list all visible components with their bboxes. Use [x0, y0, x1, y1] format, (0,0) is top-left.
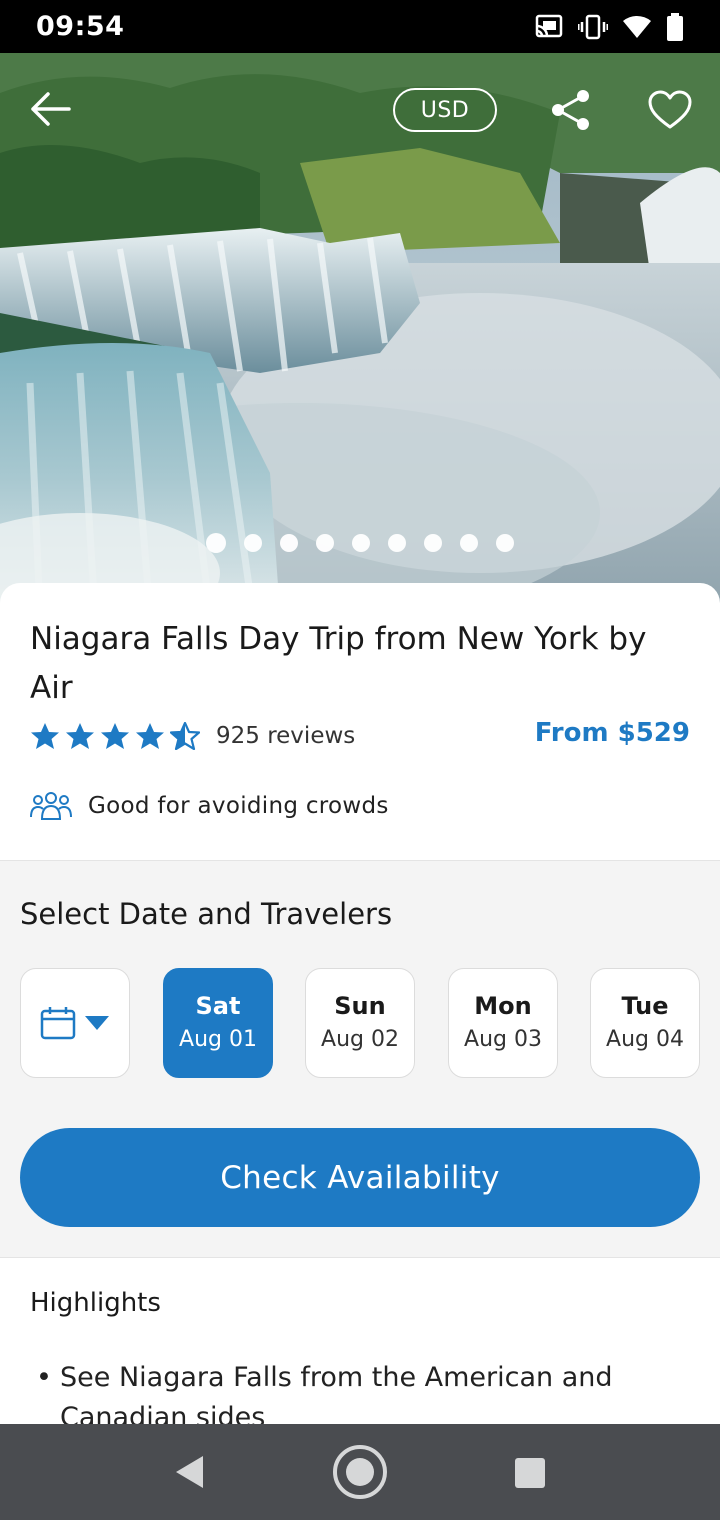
carousel-dot[interactable]	[206, 533, 226, 553]
favorite-button[interactable]	[645, 85, 695, 135]
feature-text: Good for avoiding crowds	[88, 793, 389, 819]
star-full-icon	[101, 723, 129, 749]
star-full-icon	[66, 723, 94, 749]
date-option[interactable]: Sun Aug 02	[305, 968, 415, 1078]
review-count: 925 reviews	[216, 723, 356, 749]
star-full-icon	[136, 723, 164, 749]
tour-card: Niagara Falls Day Trip from New York by …	[0, 583, 720, 861]
highlight-item: • See Niagara Falls from the American an…	[36, 1358, 676, 1424]
cast-icon	[535, 14, 563, 37]
date-day: Sat	[195, 992, 241, 1020]
nav-back-icon[interactable]	[170, 1452, 210, 1492]
carousel-dot[interactable]	[316, 534, 334, 552]
nav-home-icon[interactable]	[332, 1444, 388, 1500]
carousel-dot[interactable]	[388, 534, 406, 552]
date-day: Sun	[334, 992, 386, 1020]
rating-row[interactable]: 925 reviews From $529	[30, 718, 690, 754]
check-availability-button[interactable]: Check Availability	[20, 1128, 700, 1227]
carousel-dot[interactable]	[496, 534, 514, 552]
bullet: •	[36, 1362, 52, 1393]
date-option[interactable]: Tue Aug 04	[590, 968, 700, 1078]
arrow-left-icon	[31, 92, 71, 126]
star-full-icon	[31, 723, 59, 749]
group-icon	[30, 792, 72, 820]
date-option[interactable]: Mon Aug 03	[448, 968, 558, 1078]
date-value: Aug 03	[464, 1027, 542, 1052]
share-button[interactable]	[547, 86, 595, 134]
date-value: Aug 02	[321, 1027, 399, 1052]
select-date-section: Select Date and Travelers Sat Aug 01 Sun…	[0, 860, 720, 1258]
vibrate-icon	[578, 14, 608, 39]
date-option[interactable]: Sat Aug 01	[163, 968, 273, 1078]
highlights-title: Highlights	[30, 1288, 161, 1318]
date-value: Aug 01	[179, 1027, 257, 1052]
date-day: Mon	[474, 992, 532, 1020]
currency-button[interactable]: USD	[393, 88, 497, 132]
share-icon	[552, 90, 589, 130]
heart-icon	[648, 90, 692, 129]
hero-toolbar: USD	[0, 53, 720, 163]
calendar-icon	[40, 1007, 76, 1040]
carousel-indicator	[0, 533, 720, 553]
carousel-dot[interactable]	[424, 534, 442, 552]
carousel-dot[interactable]	[352, 534, 370, 552]
battery-icon	[667, 12, 683, 41]
highlights-section: Highlights • See Niagara Falls from the …	[0, 1258, 720, 1424]
status-bar: 09:54	[0, 0, 720, 53]
price-label: From $529	[534, 718, 690, 748]
wifi-icon	[623, 15, 651, 38]
highlight-text: See Niagara Falls from the American and …	[60, 1362, 613, 1424]
date-day: Tue	[621, 992, 669, 1020]
date-value: Aug 04	[606, 1027, 684, 1052]
feature-row: Good for avoiding crowds	[30, 791, 389, 821]
hero-image[interactable]: USD	[0, 53, 720, 613]
carousel-dot[interactable]	[460, 534, 478, 552]
back-button[interactable]	[26, 85, 74, 133]
star-rating	[30, 722, 200, 750]
system-nav-bar	[0, 1424, 720, 1520]
star-half-icon	[170, 722, 200, 750]
tour-title: Niagara Falls Day Trip from New York by …	[30, 621, 647, 706]
carousel-dot[interactable]	[244, 534, 262, 552]
status-time: 09:54	[36, 11, 125, 42]
chevron-down-icon	[85, 1016, 109, 1030]
nav-recents-icon[interactable]	[513, 1456, 547, 1490]
carousel-dot[interactable]	[280, 534, 298, 552]
section-title: Select Date and Travelers	[20, 897, 393, 931]
calendar-picker-button[interactable]	[20, 968, 130, 1078]
status-icons	[534, 12, 684, 41]
